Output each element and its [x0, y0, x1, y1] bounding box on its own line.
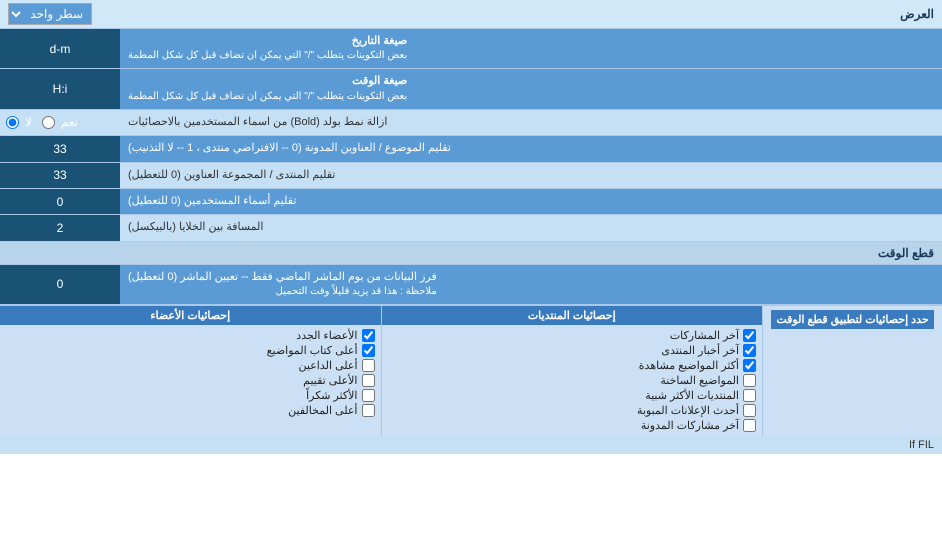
display-select[interactable]: سطر واحد سطران ثلاثة أسطر [8, 3, 92, 25]
stat-new-members-checkbox[interactable] [362, 329, 375, 342]
date-format-input[interactable] [6, 42, 114, 56]
stats-container: حدد إحصائيات لتطبيق قطع الوقت إحصائيات ا… [0, 305, 942, 436]
stats-col-members-body: الأعضاء الجدد أعلى كتاب المواضيع أعلى ال… [0, 325, 381, 421]
stat-similar-forums-label: المنتديات الأكثر شبية [645, 389, 739, 402]
stats-item: أعلى الداعين [6, 358, 375, 373]
bold-remove-no-radio[interactable] [6, 116, 19, 129]
stats-item: أحدث الإعلانات المبوبة [388, 403, 757, 418]
bold-remove-yes-label[interactable]: نعم [42, 115, 78, 129]
stat-most-viewed-checkbox[interactable] [743, 359, 756, 372]
topic-order-input[interactable] [6, 142, 114, 156]
main-container: العرض سطر واحد سطران ثلاثة أسطر صيغة الت… [0, 0, 942, 454]
stat-top-inviters-label: أعلى الداعين [299, 359, 358, 372]
stats-item: آخر المشاركات [388, 328, 757, 343]
apply-col: حدد إحصائيات لتطبيق قطع الوقت [762, 306, 942, 436]
stats-item: أعلى المخالفين [6, 403, 375, 418]
time-format-input-cell [0, 69, 120, 108]
stats-item: المنتديات الأكثر شبية [388, 388, 757, 403]
cell-gap-input-cell [0, 215, 120, 240]
stat-top-inviters-checkbox[interactable] [362, 359, 375, 372]
username-trim-input[interactable] [6, 195, 114, 209]
stat-most-viewed-label: أكثر المواضيع مشاهدة [639, 359, 739, 372]
stat-hot-topics-label: المواضيع الساخنة [660, 374, 739, 387]
username-trim-row: تقليم أسماء المستخدمين (0 للتعطيل) [0, 189, 942, 215]
cell-gap-input[interactable] [6, 221, 114, 235]
stats-item: آخر مشاركات المدونة [388, 418, 757, 433]
stat-latest-ads-checkbox[interactable] [743, 404, 756, 417]
forum-order-input-cell [0, 163, 120, 188]
stat-top-violators-label: أعلى المخالفين [288, 404, 357, 417]
bold-remove-radio-cell: نعم لا [0, 110, 120, 135]
date-format-label: صيغة التاريخ بعض التكوينات يتطلب "/" الت… [120, 29, 942, 68]
topic-order-row: تقليم الموضوع / العناوين المدونة (0 -- ا… [0, 136, 942, 162]
display-label: العرض [900, 7, 934, 21]
stats-item: أكثر المواضيع مشاهدة [388, 358, 757, 373]
bold-remove-no-label[interactable]: لا [6, 115, 32, 129]
realtime-input[interactable] [6, 277, 114, 291]
stats-col-members-title: إحصائيات الأعضاء [0, 306, 381, 325]
stats-item: آخر أخبار المنتدى [388, 343, 757, 358]
realtime-section-header: قطع الوقت [0, 242, 942, 265]
topic-order-input-cell [0, 136, 120, 161]
realtime-input-cell [0, 265, 120, 304]
stats-item: الأكثر شكراً [6, 388, 375, 403]
forum-order-label: تقليم المنتدى / المجموعة العناوين (0 للت… [120, 163, 942, 188]
apply-title: حدد إحصائيات لتطبيق قطع الوقت [771, 310, 934, 329]
stat-last-posts-label: آخر المشاركات [670, 329, 739, 342]
time-format-row: صيغة الوقت بعض التكوينات يتطلب "/" التي … [0, 69, 942, 109]
stat-hot-topics-checkbox[interactable] [743, 374, 756, 387]
stat-new-members-label: الأعضاء الجدد [296, 329, 357, 342]
stat-last-posts-checkbox[interactable] [743, 329, 756, 342]
time-format-input[interactable] [6, 82, 114, 96]
time-format-label: صيغة الوقت بعض التكوينات يتطلب "/" التي … [120, 69, 942, 108]
stat-latest-ads-label: أحدث الإعلانات المبوبة [637, 404, 739, 417]
stat-most-thanked-label: الأكثر شكراً [306, 389, 357, 402]
stat-forum-news-label: آخر أخبار المنتدى [661, 344, 739, 357]
date-format-row: صيغة التاريخ بعض التكوينات يتطلب "/" الت… [0, 29, 942, 69]
stat-top-authors-checkbox[interactable] [362, 344, 375, 357]
display-header-row: العرض سطر واحد سطران ثلاثة أسطر [0, 0, 942, 29]
bold-remove-label: ازالة نمط بولد (Bold) من اسماء المستخدمي… [120, 110, 942, 135]
stat-blog-posts-label: آخر مشاركات المدونة [641, 419, 739, 432]
username-trim-label: تقليم أسماء المستخدمين (0 للتعطيل) [120, 189, 942, 214]
stats-col-forums: إحصائيات المنتديات آخر المشاركات آخر أخب… [381, 306, 763, 436]
stats-item: أعلى كتاب المواضيع [6, 343, 375, 358]
bottom-note: If FIL [0, 436, 942, 454]
stat-top-rated-label: الأعلى تقييم [303, 374, 357, 387]
stat-similar-forums-checkbox[interactable] [743, 389, 756, 402]
username-trim-input-cell [0, 189, 120, 214]
stats-col-forums-title: إحصائيات المنتديات [382, 306, 763, 325]
cell-gap-row: المسافة بين الخلايا (بالبيكسل) [0, 215, 942, 241]
bold-remove-yes-radio[interactable] [42, 116, 55, 129]
stats-item: الأعضاء الجدد [6, 328, 375, 343]
realtime-row: فرز البيانات من يوم الماشر الماضي فقط --… [0, 265, 942, 305]
stats-col-forums-body: آخر المشاركات آخر أخبار المنتدى أكثر الم… [382, 325, 763, 436]
stat-top-violators-checkbox[interactable] [362, 404, 375, 417]
stat-blog-posts-checkbox[interactable] [743, 419, 756, 432]
cell-gap-label: المسافة بين الخلايا (بالبيكسل) [120, 215, 942, 240]
stat-forum-news-checkbox[interactable] [743, 344, 756, 357]
date-format-input-cell [0, 29, 120, 68]
stat-top-authors-label: أعلى كتاب المواضيع [267, 344, 358, 357]
bold-remove-row: ازالة نمط بولد (Bold) من اسماء المستخدمي… [0, 110, 942, 136]
realtime-label: فرز البيانات من يوم الماشر الماضي فقط --… [120, 265, 942, 304]
stats-item: الأعلى تقييم [6, 373, 375, 388]
stat-top-rated-checkbox[interactable] [362, 374, 375, 387]
forum-order-input[interactable] [6, 168, 114, 182]
forum-order-row: تقليم المنتدى / المجموعة العناوين (0 للت… [0, 163, 942, 189]
topic-order-label: تقليم الموضوع / العناوين المدونة (0 -- ا… [120, 136, 942, 161]
stat-most-thanked-checkbox[interactable] [362, 389, 375, 402]
stats-col-members: إحصائيات الأعضاء الأعضاء الجدد أعلى كتاب… [0, 306, 381, 436]
stats-item: المواضيع الساخنة [388, 373, 757, 388]
